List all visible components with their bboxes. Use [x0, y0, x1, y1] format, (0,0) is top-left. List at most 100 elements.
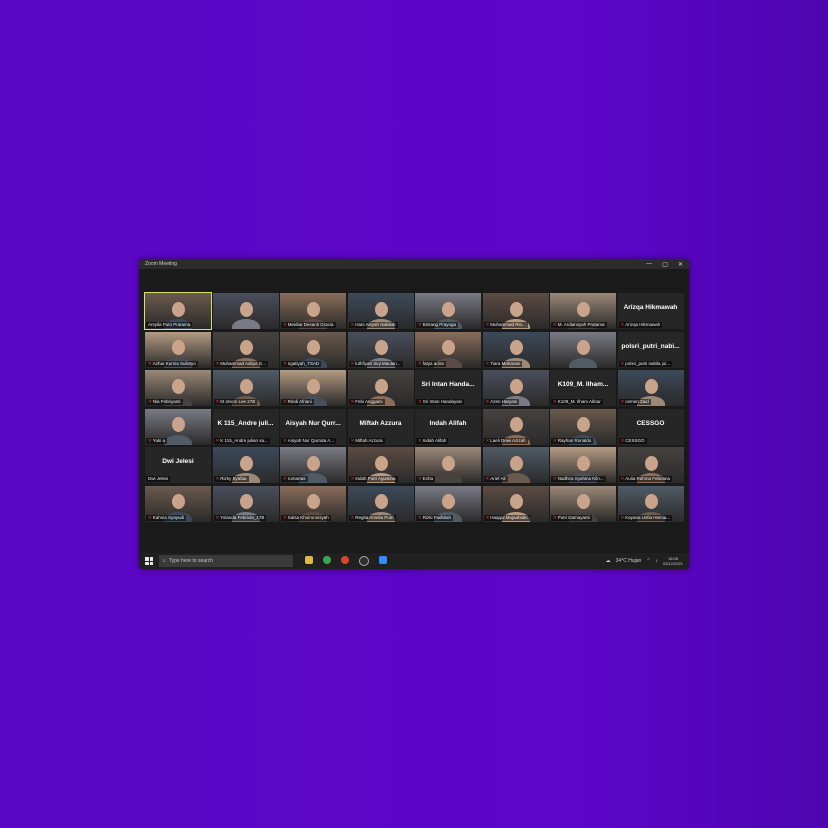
participant-tile[interactable]	[550, 331, 616, 368]
participant-name: Dwi Jelesi	[148, 476, 169, 481]
participant-name-label: ✕ Rizki Fadhilah	[416, 514, 454, 521]
participant-tile[interactable]: ✕ Rizki Fadhilah	[415, 485, 481, 522]
participant-name: Arizqa Hikmawah	[625, 322, 661, 327]
participant-name-label: ✕ Haqqul Mujaahidin	[483, 514, 530, 521]
video-feed	[550, 331, 616, 368]
participant-face	[172, 301, 185, 317]
participant-tile[interactable]: ✕ Haqqul Mujaahidin	[482, 485, 549, 522]
participant-tile[interactable]: ✕ Yolanda Febriola_17B	[212, 485, 279, 522]
mic-muted-icon: ✕	[350, 437, 355, 443]
participant-face	[509, 455, 523, 471]
network-icon[interactable]: ⌃	[646, 558, 650, 564]
participant-tile[interactable]: ✕ Muhammad Aditya G...	[212, 331, 279, 368]
close-button[interactable]: ✕	[678, 261, 683, 268]
participant-tile[interactable]: ✕ Hani Aisyah Nabilah	[347, 293, 414, 329]
participant-tile[interactable]: ✕ Putri Damayanti	[550, 485, 616, 522]
participant-tile[interactable]: ✕ Rayhan Ronaldo	[550, 408, 616, 445]
participant-tile[interactable]: Arizqa Hikmawah ✕ Arizqa Hikmawah	[617, 293, 684, 329]
volume-icon[interactable]: ♪	[655, 558, 658, 564]
participant-tile[interactable]: CESSGO ✕ CESSGO	[617, 408, 684, 445]
participant-tile[interactable]: ✕ ngatiyah_TSAD	[280, 331, 346, 368]
mic-muted-icon: ✕	[485, 360, 490, 366]
participant-name-label: ✕ M Jevon Lee 27B	[213, 399, 258, 405]
participant-tile[interactable]: K109_M. Ilham... ✕ K109_M. Ilham Akbar	[550, 370, 616, 406]
chrome-icon[interactable]	[323, 556, 331, 564]
participant-tile[interactable]: ✕ Febi Anggaini	[347, 370, 414, 406]
zoom-window: Zoom Meeting — ▢ ✕ Arsyila Putri Pratama…	[139, 259, 689, 569]
participant-face	[442, 301, 455, 317]
participant-face	[644, 455, 658, 471]
windows-start-icon[interactable]	[145, 557, 153, 565]
participant-name: Hani Aisyah Nabilah	[355, 322, 396, 327]
participant-tile[interactable]: ✕ Kahnia Syayudi	[145, 485, 211, 522]
participant-face	[509, 340, 523, 356]
participant-name-label: ✕ Muhammad Aditya G...	[213, 360, 269, 367]
clock-date: 03/12/2021	[662, 561, 683, 566]
participant-tile[interactable]: ✕ luthfiyah Siqi Maulan...	[347, 331, 414, 368]
search-icon: ⌕	[163, 558, 166, 564]
participant-tile[interactable]: K 115_Andre juli... ✕ K 115_Andre julian s…	[212, 408, 279, 445]
participant-tile[interactable]: ✕ Muhammad Rio...	[482, 293, 549, 329]
obs-icon[interactable]	[359, 556, 369, 566]
participant-name-label: ✕ Rizky Syafaa	[213, 476, 249, 482]
maximize-button[interactable]: ▢	[662, 261, 668, 268]
taskbar-search-input[interactable]: ⌕ Type here to search	[159, 555, 293, 567]
mic-muted-icon: ✕	[283, 514, 287, 520]
participant-tile[interactable]: ✕ Azhar Kurnia Sulistyo	[145, 331, 211, 368]
participant-tile[interactable]: polsri_putri_nabi... ✕ polsri_putri nabila…	[617, 331, 684, 368]
participant-tile[interactable]	[212, 293, 279, 329]
participant-name: Salsa Khoirunnisyah	[287, 514, 329, 520]
office-icon[interactable]	[341, 556, 349, 564]
zoom-icon[interactable]	[379, 556, 387, 564]
participant-tile[interactable]: ✕ M. Ardiansyah Pratama	[550, 293, 616, 329]
participant-tile[interactable]: ✕ Salsa Khoirunnisyah	[280, 485, 346, 522]
participant-name: Rizky Syafaa	[220, 476, 247, 481]
mic-muted-icon: ✕	[620, 437, 625, 443]
participant-name: fatya adira	[422, 360, 444, 366]
participant-tile[interactable]: ✕ Aulia Rahma Febriana	[617, 447, 684, 483]
participant-tile[interactable]: ✕ Rizky Syafaa	[212, 447, 279, 483]
mic-muted-icon: ✕	[485, 322, 490, 327]
file-explorer-icon[interactable]	[305, 556, 313, 564]
participant-tile[interactable]: ✕ Meidiar Desanti Gracia	[280, 293, 346, 329]
participant-tile[interactable]: ✕ Bintang Prayoga	[415, 293, 481, 329]
participant-face	[644, 494, 658, 510]
participant-tile[interactable]: ✕ M Jevon Lee 27B	[212, 370, 279, 406]
participant-name-label: ✕ Meidiar Desanti Gracia	[281, 322, 336, 328]
participant-tile[interactable]: ✕ Nadhira Syahina Kiln...	[550, 447, 616, 483]
minimize-button[interactable]: —	[646, 261, 652, 268]
participant-display-name: Dwi Jelesi	[162, 458, 194, 465]
mic-muted-icon: ✕	[485, 476, 490, 481]
participant-tile[interactable]: ✕ Indah Putri Agustina	[347, 447, 414, 483]
mic-muted-icon: ✕	[283, 360, 287, 366]
participant-name-label: ✕ cemen Zaid	[618, 399, 651, 405]
participant-tile[interactable]: ✕ cemen Zaid	[617, 370, 684, 406]
participant-tile[interactable]: ✕ rumartas	[280, 447, 346, 483]
participant-tile[interactable]: ✕ Azen Haryani	[482, 370, 549, 406]
mic-muted-icon: ✕	[148, 514, 152, 520]
participant-tile[interactable]: ✕ Echa	[415, 447, 481, 483]
participant-tile[interactable]: ✕ Regita Amelia Putri	[347, 485, 414, 522]
participant-name: CESSGO	[625, 437, 645, 443]
participant-tile[interactable]: ✕ Laeli Dewi Azizah	[482, 408, 549, 445]
participant-body	[164, 434, 192, 445]
participant-tile[interactable]: ✕ fatya adira	[415, 331, 481, 368]
participant-tile[interactable]: ✕ Tiara Maharani	[482, 331, 549, 368]
participant-tile[interactable]: Arsyila Putri Pratama	[144, 292, 212, 330]
participant-name: Tiara Maharani	[490, 360, 521, 366]
participant-name: cemen Zaid	[625, 399, 649, 404]
participant-tile[interactable]: ✕ Yuki a	[145, 408, 211, 445]
participant-tile[interactable]: Indah Alifah ✕ Indah Alifah	[415, 408, 481, 445]
participant-name: Echa	[422, 476, 434, 481]
participant-tile[interactable]: ✕ Rindi Afriani	[280, 370, 346, 406]
participant-tile[interactable]: ✕ Arief Ali	[482, 447, 549, 483]
participant-tile[interactable]: Aisyah Nur Qurr... ✕ Aisyah Nur Qurrata A.…	[280, 408, 346, 445]
participant-tile[interactable]: Sri Intan Handa... ✕ Sri Intan Handayani	[415, 370, 481, 406]
participant-tile[interactable]: ✕ Kayana Usfia Hemia...	[617, 485, 684, 522]
participant-tile[interactable]: ✕ Nia Febriyanti	[145, 370, 211, 406]
participant-name-label: ✕ Kayana Usfia Hemia...	[618, 514, 673, 521]
participant-tile[interactable]: Dwi Jelesi Dwi Jelesi	[145, 447, 211, 483]
participant-tile[interactable]: Miftah Azzura ✕ Miftah Azzura	[347, 408, 414, 445]
participant-name-label: Dwi Jelesi	[146, 476, 171, 482]
clock[interactable]: 16:08 03/12/2021	[663, 556, 683, 566]
